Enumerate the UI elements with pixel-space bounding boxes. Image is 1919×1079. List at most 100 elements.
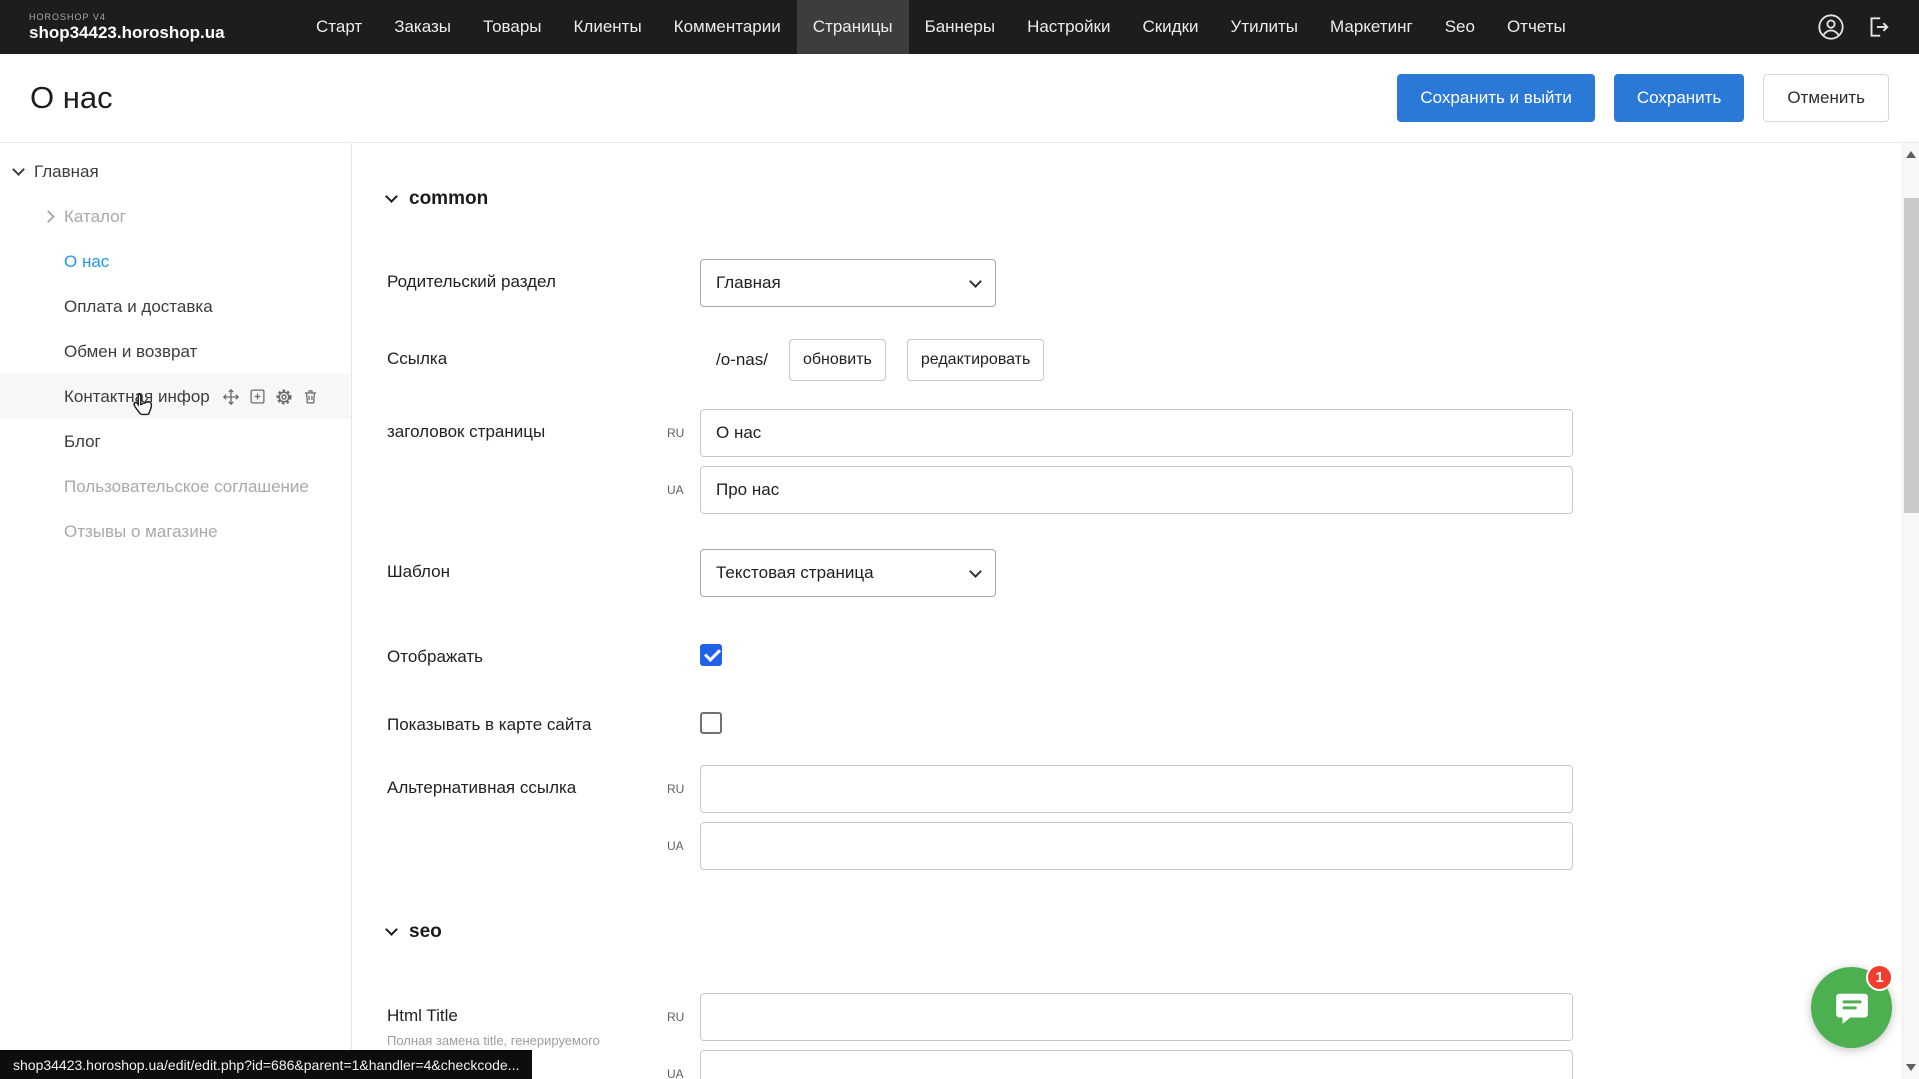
section-common-label: common — [409, 188, 488, 210]
html-title-hint: Полная замена title, генерируемого — [387, 1033, 647, 1049]
chat-widget: 1 — [1811, 967, 1892, 1048]
brand-version-label: HOROSHOP V4 — [29, 12, 300, 23]
link-path: /o-nas/ — [716, 350, 768, 370]
topnav-item[interactable]: Комментарии — [658, 0, 797, 54]
main-content: common Родительский раздел Главная Ссылк… — [353, 143, 1902, 1079]
chevron-right-icon[interactable] — [42, 210, 55, 223]
add-page-icon[interactable] — [249, 388, 266, 405]
html-title-ru-input[interactable] — [700, 993, 1573, 1041]
display-row: Отображать — [387, 641, 1902, 667]
sidebar-item-label: О нас — [64, 252, 109, 272]
sidebar-item-label: Обмен и возврат — [64, 342, 197, 362]
sidebar-item-actions — [222, 388, 319, 406]
topnav-item[interactable]: Настройки — [1011, 0, 1126, 54]
vertical-scrollbar[interactable] — [1902, 143, 1919, 1079]
scrollbar-thumb[interactable] — [1904, 198, 1919, 513]
page-title-ua-input[interactable] — [700, 466, 1573, 514]
alt-link-row: Альтернативная ссылка RU UA — [387, 765, 1902, 870]
chevron-down-icon — [969, 275, 982, 288]
html-title-row: Html Title Полная замена title, генериру… — [387, 993, 1902, 1079]
chevron-down-icon — [969, 565, 982, 578]
sidebar-item-label: Блог — [64, 432, 101, 452]
parent-section-label: Родительский раздел — [387, 259, 700, 292]
html-title-label: Html Title — [387, 1006, 667, 1026]
sidebar-item[interactable]: Каталог — [0, 194, 351, 239]
display-checkbox[interactable] — [700, 644, 722, 666]
lang-ru-label: RU — [667, 782, 700, 796]
topnav-item[interactable]: Отчеты — [1491, 0, 1582, 54]
save-and-exit-button[interactable]: Сохранить и выйти — [1397, 74, 1594, 122]
edit-link-button[interactable]: редактировать — [907, 339, 1044, 381]
scroll-down-arrow-icon[interactable] — [1906, 1064, 1916, 1071]
sitemap-row: Показывать в карте сайта — [387, 709, 1902, 735]
lang-ru-label: RU — [667, 426, 700, 440]
topnav-item[interactable]: Seo — [1429, 0, 1491, 54]
topbar: HOROSHOP V4 shop34423.horoshop.ua СтартЗ… — [0, 0, 1919, 54]
header-actions: Сохранить и выйти Сохранить Отменить — [1397, 74, 1889, 122]
drag-move-icon[interactable] — [222, 388, 240, 406]
sidebar-tree: Главная Каталог О нас Оплата и доставка Обме… — [0, 149, 351, 554]
sidebar-item[interactable]: Отзывы о магазине — [0, 509, 351, 554]
page-title-ru-input[interactable] — [700, 409, 1573, 457]
sidebar-item[interactable]: Контактная инфор — [0, 374, 351, 419]
topnav-item[interactable]: Скидки — [1126, 0, 1214, 54]
topnav-item[interactable]: Старт — [300, 0, 378, 54]
chevron-spacer — [44, 302, 53, 311]
save-button[interactable]: Сохранить — [1614, 74, 1744, 122]
topnav-item[interactable]: Маркетинг — [1314, 0, 1429, 54]
topnav-item[interactable]: Клиенты — [558, 0, 658, 54]
topnav-item[interactable]: Товары — [467, 0, 557, 54]
chevron-down-icon — [385, 190, 398, 203]
lang-ua-label: UA — [667, 483, 700, 497]
topnav-item[interactable]: Баннеры — [909, 0, 1012, 54]
brand-domain-label: shop34423.horoshop.ua — [29, 23, 300, 43]
sidebar-item-label: Главная — [34, 162, 99, 182]
sidebar-item[interactable]: Оплата и доставка — [0, 284, 351, 329]
topbar-right — [1817, 0, 1919, 54]
sidebar: Главная Каталог О нас Оплата и доставка Обме… — [0, 143, 352, 1079]
section-seo-label: seo — [409, 921, 442, 943]
chevron-spacer — [44, 482, 53, 491]
section-seo[interactable]: seo — [387, 920, 1902, 944]
html-title-ua-input[interactable] — [700, 1050, 1573, 1079]
sidebar-item-label: Каталог — [64, 207, 126, 227]
chevron-spacer — [44, 527, 53, 536]
page-title: О нас — [30, 80, 113, 116]
sidebar-item[interactable]: Главная — [0, 149, 351, 194]
sidebar-item[interactable]: Пользовательское соглашение — [0, 464, 351, 509]
alt-link-ua-input[interactable] — [700, 822, 1573, 870]
topnav: СтартЗаказыТоварыКлиентыКомментарииСтран… — [300, 0, 1582, 54]
delete-trash-icon[interactable] — [302, 388, 319, 405]
sidebar-item-label: Контактная инфор — [64, 387, 210, 407]
sidebar-item-label: Пользовательское соглашение — [64, 477, 309, 497]
status-url-tooltip: shop34423.horoshop.ua/edit/edit.php?id=6… — [0, 1050, 532, 1079]
chevron-spacer — [44, 347, 53, 356]
sidebar-item[interactable]: О нас — [0, 239, 351, 284]
settings-gear-icon[interactable] — [275, 388, 293, 406]
parent-section-select[interactable]: Главная — [700, 259, 996, 307]
chevron-down-icon[interactable] — [12, 163, 25, 176]
alt-link-ru-input[interactable] — [700, 765, 1573, 813]
scroll-up-arrow-icon[interactable] — [1906, 151, 1916, 158]
sitemap-checkbox[interactable] — [700, 712, 722, 734]
sidebar-item[interactable]: Блог — [0, 419, 351, 464]
section-common[interactable]: common — [387, 187, 1902, 211]
page-title-field-label: заголовок страницы — [387, 409, 667, 442]
cancel-button[interactable]: Отменить — [1763, 74, 1889, 122]
chevron-down-icon — [385, 923, 398, 936]
chat-bubble-icon — [1833, 989, 1871, 1027]
refresh-link-button[interactable]: обновить — [789, 339, 886, 381]
account-icon[interactable] — [1817, 13, 1845, 41]
topnav-item[interactable]: Утилиты — [1215, 0, 1315, 54]
brand[interactable]: HOROSHOP V4 shop34423.horoshop.ua — [0, 0, 300, 54]
sidebar-item[interactable]: Обмен и возврат — [0, 329, 351, 374]
template-select[interactable]: Текстовая страница — [700, 549, 996, 597]
logout-icon[interactable] — [1865, 14, 1891, 40]
sidebar-item-label: Отзывы о магазине — [64, 522, 218, 542]
chevron-spacer — [44, 257, 53, 266]
topnav-item[interactable]: Страницы — [797, 0, 909, 54]
topnav-item[interactable]: Заказы — [378, 0, 467, 54]
chevron-spacer — [44, 437, 53, 446]
page-header: О нас Сохранить и выйти Сохранить Отмени… — [0, 54, 1919, 143]
page-title-row: заголовок страницы RU UA — [387, 409, 1902, 514]
